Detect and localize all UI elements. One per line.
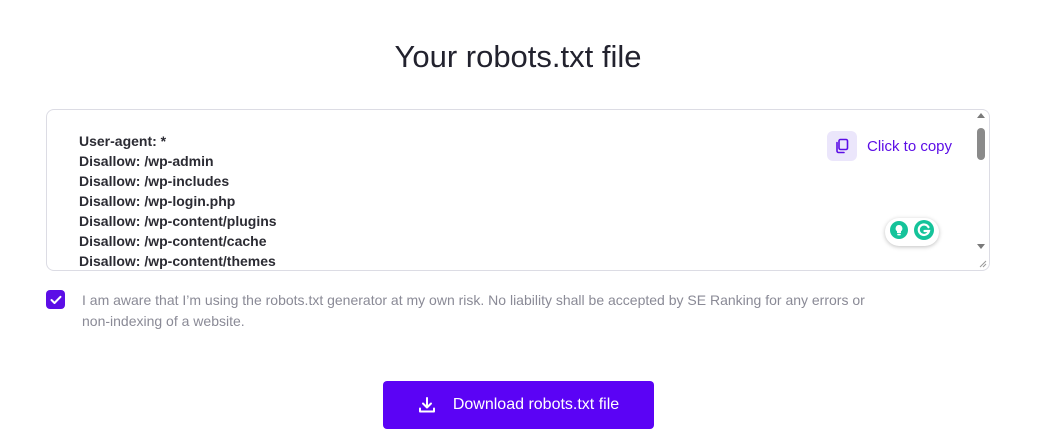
code-line: Disallow: /wp-admin xyxy=(79,153,214,169)
download-label: Download robots.txt file xyxy=(452,396,620,413)
code-line: Disallow: /wp-content/cache xyxy=(79,233,267,249)
code-line: Disallow: /wp-content/plugins xyxy=(79,213,277,229)
lightbulb-icon xyxy=(889,220,909,245)
download-button[interactable]: Download robots.txt file xyxy=(383,381,654,429)
editor-scrollbar[interactable] xyxy=(973,110,989,270)
robots-txt-content[interactable]: User-agent: * Disallow: /wp-admin Disall… xyxy=(79,131,277,270)
risk-consent: I am aware that I’m using the robots.txt… xyxy=(46,290,886,332)
page-title: Your robots.txt file xyxy=(394,38,642,74)
consent-text: I am aware that I’m using the robots.txt… xyxy=(82,292,865,329)
checkmark-icon xyxy=(50,295,61,304)
code-line: User-agent: * xyxy=(79,133,167,149)
download-icon xyxy=(418,397,435,413)
code-line: Disallow: /wp-content/themes xyxy=(79,253,276,269)
resize-handle-icon[interactable] xyxy=(977,258,987,268)
copy-label: Click to copy xyxy=(867,137,953,155)
robots-txt-editor[interactable]: User-agent: * Disallow: /wp-admin Disall… xyxy=(46,109,990,271)
consent-checkbox[interactable] xyxy=(46,290,65,309)
scroll-down-arrow-icon[interactable] xyxy=(977,244,985,249)
code-line: Disallow: /wp-login.php xyxy=(79,193,236,209)
copy-button[interactable]: Click to copy xyxy=(827,131,952,161)
scroll-up-arrow-icon[interactable] xyxy=(977,113,985,118)
code-line: Disallow: /wp-includes xyxy=(79,173,230,189)
grammarly-widget[interactable] xyxy=(885,218,939,246)
scroll-thumb[interactable] xyxy=(977,128,985,160)
copy-icon xyxy=(827,131,857,161)
grammarly-icon xyxy=(913,219,935,246)
